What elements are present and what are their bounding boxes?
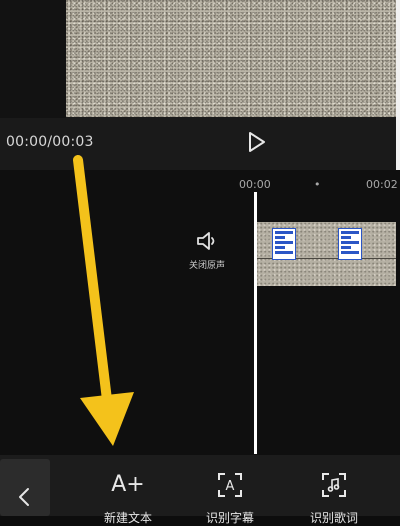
ruler-end-label: 00:02 (366, 178, 398, 191)
new-text-button[interactable]: A+ 新建文本 (88, 471, 168, 526)
video-clip[interactable] (256, 222, 396, 286)
speaker-icon (197, 232, 215, 250)
recognize-lyrics-label: 识别歌词 (309, 511, 358, 525)
preview-left-panel (0, 0, 66, 118)
chevron-left-icon (19, 488, 29, 506)
ruler-dot: • (314, 178, 321, 191)
preview-edge (396, 0, 400, 170)
recognize-lyrics-button[interactable]: 识别歌词 (294, 471, 374, 526)
mute-label: 关闭原声 (188, 261, 225, 271)
playhead[interactable] (254, 192, 257, 454)
bottom-toolbar: A+ 新建文本 A 识别字幕 识别歌词 (0, 455, 400, 525)
back-button[interactable] (0, 459, 50, 516)
text-add-icon: A+ (111, 472, 145, 497)
video-preview[interactable] (66, 0, 396, 117)
play-icon (249, 132, 265, 152)
ruler-start-label: 00:00 (239, 178, 271, 191)
new-text-label: 新建文本 (103, 511, 152, 525)
timeline[interactable]: 00:00 • 00:02 关闭原声 (0, 170, 400, 455)
recognize-subtitles-label: 识别字幕 (205, 511, 254, 525)
text-scan-icon: A (218, 473, 242, 497)
mute-original-sound-button[interactable]: 关闭原声 (180, 230, 234, 282)
clip-thumbnail-sign (338, 228, 362, 260)
music-scan-icon (322, 473, 346, 497)
svg-text:A: A (226, 479, 235, 494)
preview-area: 00:00/00:03 (0, 0, 400, 170)
recognize-subtitles-button[interactable]: A 识别字幕 (190, 471, 270, 526)
play-button[interactable] (244, 130, 268, 154)
time-display: 00:00/00:03 (6, 134, 94, 150)
clip-thumbnail-sign (272, 228, 296, 260)
